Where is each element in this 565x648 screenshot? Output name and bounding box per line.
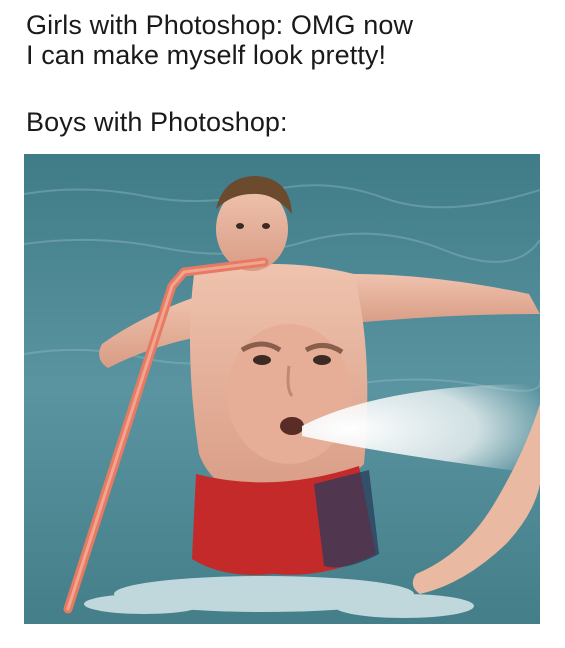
meme-photo xyxy=(24,154,540,624)
caption-top: Girls with Photoshop: OMG now I can make… xyxy=(26,10,413,70)
photo-illustration xyxy=(24,154,540,624)
caption-line-2: I can make myself look pretty! xyxy=(26,40,387,70)
caption-bottom: Boys with Photoshop: xyxy=(26,107,288,137)
pasted-face xyxy=(227,324,351,464)
caption-line-1: Girls with Photoshop: OMG now xyxy=(26,10,414,40)
